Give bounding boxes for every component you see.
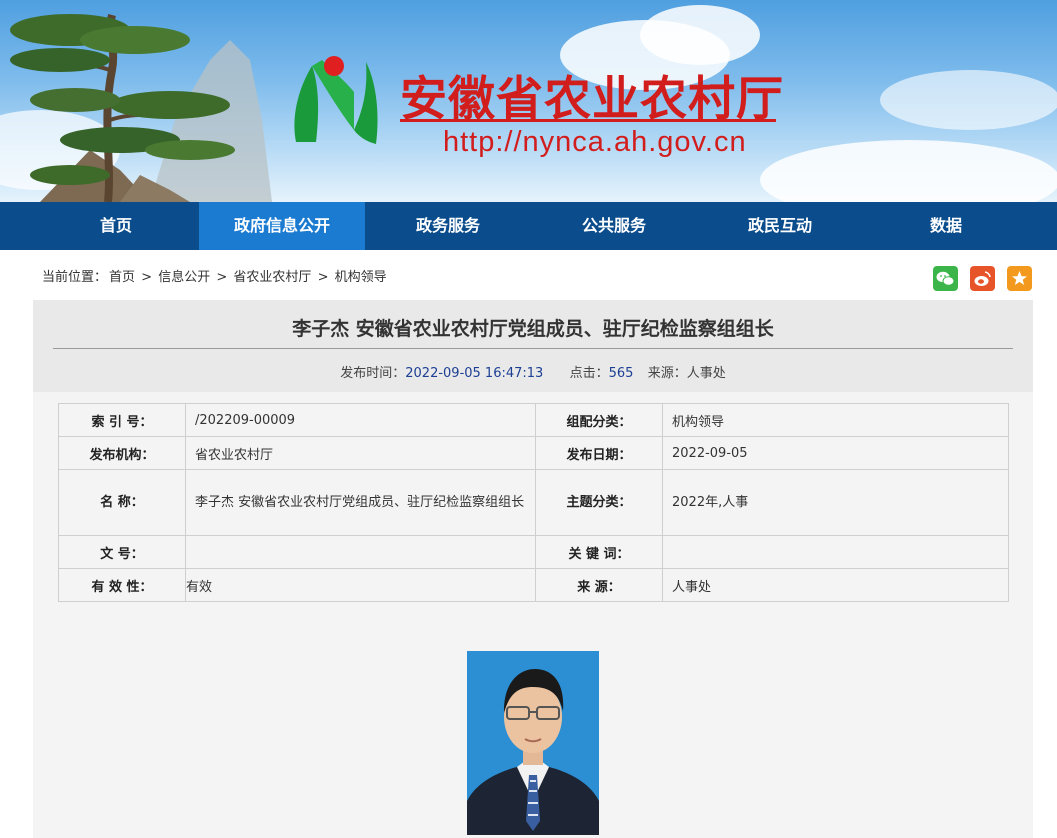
clicks-label: 点击： — [569, 366, 609, 381]
breadcrumb-item-info[interactable]: 信息公开 — [158, 270, 210, 285]
pine-tree-illustration — [10, 13, 272, 202]
breadcrumb-item-leaders[interactable]: 机构领导 — [335, 270, 387, 285]
site-logo[interactable] — [288, 52, 384, 148]
keywords-label: 关 键 词： — [535, 535, 663, 569]
table-row: 发布机构： 省农业农村厅 发布日期： 2022-09-05 — [58, 436, 1009, 470]
breadcrumb-item-department[interactable]: 省农业农村厅 — [233, 270, 311, 285]
header-divider — [53, 348, 1013, 349]
keywords-value — [662, 535, 1009, 569]
info-table: 索 引 号： /202209-00009 组配分类： 机构领导 发布机构： 省农… — [58, 403, 1009, 602]
article-panel: 李子杰 安徽省农业农村厅党组成员、驻厅纪检监察组组长 发布时间：2022-09-… — [33, 300, 1033, 838]
article-source: 人事处 — [686, 366, 726, 381]
category-value: 机构领导 — [662, 403, 1009, 437]
table-row: 名 称： 李子杰 安徽省农业农村厅党组成员、驻厅纪检监察组组长 主题分类： 20… — [58, 469, 1009, 536]
publish-time: 2022-09-05 16:47:13 — [405, 366, 544, 381]
name-label: 名 称： — [58, 469, 186, 536]
breadcrumb-prefix: 当前位置： — [42, 270, 108, 285]
index-no-label: 索 引 号： — [58, 403, 186, 437]
table-row: 有 效 性： 有效 来 源： 人事处 — [58, 568, 1009, 602]
nav-item-data[interactable]: 数据 — [863, 202, 1029, 250]
article-meta: 发布时间：2022-09-05 16:47:13 点击：565 来源：人事处 — [33, 362, 1033, 381]
date-value: 2022-09-05 — [662, 436, 1009, 470]
breadcrumb-separator: > — [216, 270, 228, 285]
breadcrumb-separator: > — [141, 270, 153, 285]
breadcrumb: 当前位置： 首页 > 信息公开 > 省农业农村厅 > 机构领导 — [42, 266, 389, 285]
nav-item-public-services[interactable]: 公共服务 — [531, 202, 697, 250]
category-label: 组配分类： — [535, 403, 663, 437]
doc-no-label: 文 号： — [58, 535, 186, 569]
topic-value: 2022年,人事 — [662, 469, 1009, 536]
portrait-image — [467, 651, 599, 835]
site-url: http://nynca.ah.gov.cn — [443, 126, 747, 158]
topic-label: 主题分类： — [535, 469, 663, 536]
index-no-value: /202209-00009 — [185, 403, 536, 437]
weibo-icon — [974, 271, 991, 286]
breadcrumb-item-home[interactable]: 首页 — [109, 270, 135, 285]
breadcrumb-separator: > — [317, 270, 329, 285]
article-title: 李子杰 安徽省农业农村厅党组成员、驻厅纪检监察组组长 — [292, 318, 774, 340]
doc-no-value — [185, 535, 536, 569]
site-banner: 安徽省农业农村厅 http://nynca.ah.gov.cn — [0, 0, 1057, 202]
validity-label: 有 效 性： — [58, 568, 186, 602]
publish-time-label: 发布时间： — [340, 366, 406, 381]
article-header: 李子杰 安徽省农业农村厅党组成员、驻厅纪检监察组组长 发布时间：2022-09-… — [33, 300, 1033, 392]
nav-item-gov-info[interactable]: 政府信息公开 — [199, 202, 365, 250]
weibo-share-button[interactable] — [970, 266, 995, 291]
click-count: 565 — [608, 366, 634, 381]
nav-item-home[interactable]: 首页 — [33, 202, 199, 250]
wechat-icon — [936, 271, 955, 286]
table-row: 文 号： 关 键 词： — [58, 535, 1009, 569]
source-label: 来源： — [647, 366, 687, 381]
logo-icon — [294, 56, 378, 144]
validity-value: 有效 — [185, 568, 536, 602]
title-divider — [400, 119, 776, 122]
cloud-decoration — [760, 140, 1057, 202]
main-nav: 首页 政府信息公开 政务服务 公共服务 政民互动 数据 — [0, 202, 1057, 250]
portrait-photo — [467, 651, 599, 835]
favorite-button[interactable] — [1007, 266, 1032, 291]
nav-item-interaction[interactable]: 政民互动 — [697, 202, 863, 250]
info-source-label: 来 源： — [535, 568, 663, 602]
cloud-decoration — [640, 5, 760, 65]
name-value: 李子杰 安徽省农业农村厅党组成员、驻厅纪检监察组组长 — [185, 469, 536, 536]
issuer-label: 发布机构： — [58, 436, 186, 470]
cloud-decoration — [880, 70, 1057, 130]
issuer-value: 省农业农村厅 — [185, 436, 536, 470]
wechat-share-button[interactable] — [933, 266, 958, 291]
nav-item-gov-services[interactable]: 政务服务 — [365, 202, 531, 250]
date-label: 发布日期： — [535, 436, 663, 470]
table-row: 索 引 号： /202209-00009 组配分类： 机构领导 — [58, 403, 1009, 437]
info-source-value: 人事处 — [662, 568, 1009, 602]
star-icon — [1012, 271, 1027, 285]
